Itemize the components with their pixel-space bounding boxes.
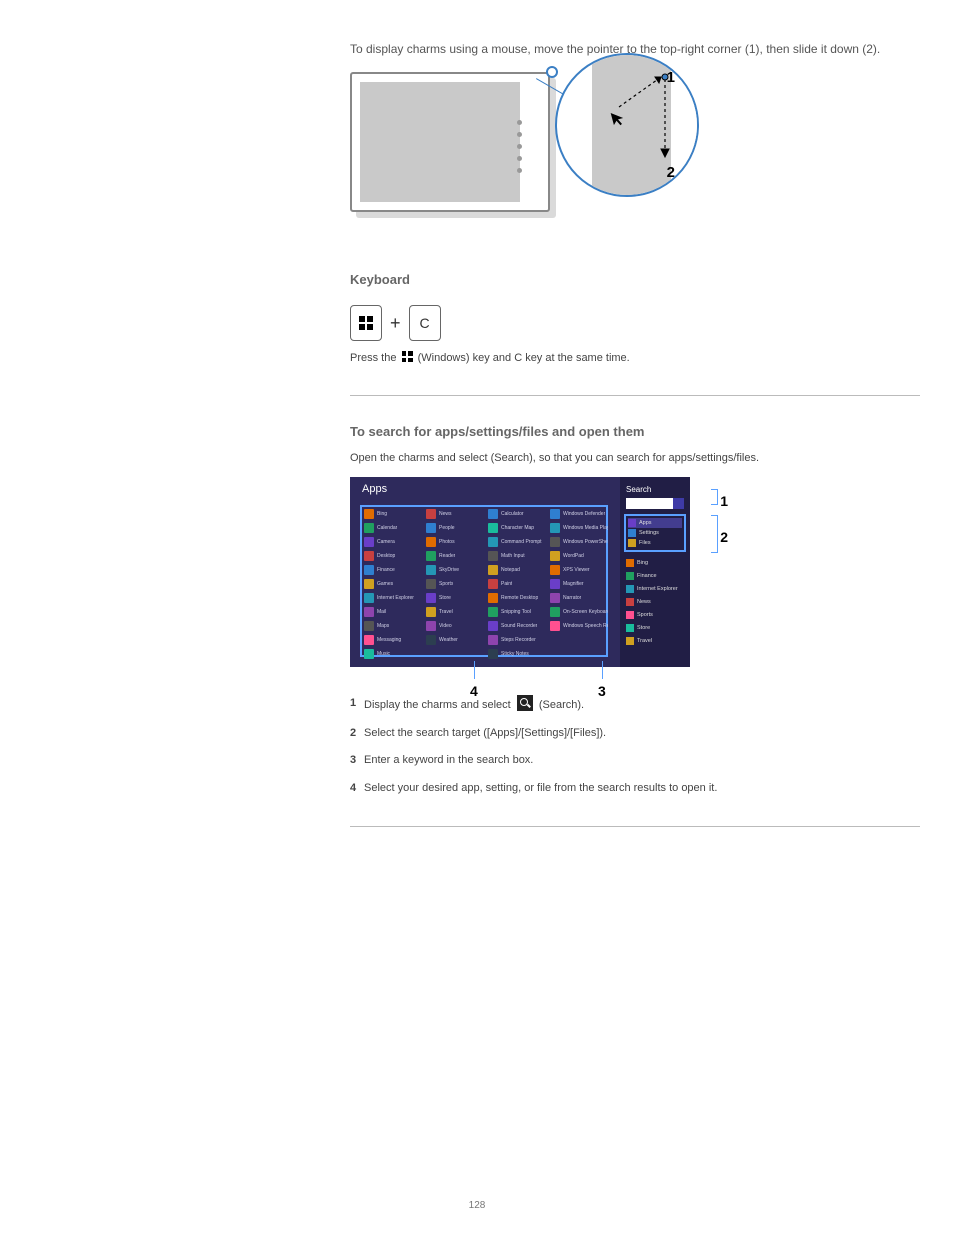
search-heading: To search for apps/settings/files and op… xyxy=(350,424,920,439)
hotcorner-marker xyxy=(546,66,558,78)
step-2: 2 Select the search target ([Apps]/[Sett… xyxy=(350,725,920,743)
search-icon xyxy=(517,695,533,711)
steps-list: 1 Display the charms and select (Search)… xyxy=(350,695,920,797)
search-input[interactable] xyxy=(626,498,684,509)
search-go-button[interactable] xyxy=(673,498,684,509)
arrow-slide-down xyxy=(657,73,675,163)
filter-files[interactable]: Files xyxy=(628,538,682,548)
apps-col-1: Bing Calendar Camera Desktop Finance Gam… xyxy=(364,509,422,659)
monitor xyxy=(350,72,550,212)
c-key: C xyxy=(409,305,441,341)
filter-apps[interactable]: Apps xyxy=(628,518,682,528)
bracket-2 xyxy=(711,515,718,553)
mouse-diagram: 1 2 xyxy=(350,72,670,242)
step-3: 3 Enter a keyword in the search box. xyxy=(350,752,920,770)
search-filters-highlight: Apps Settings Files xyxy=(624,514,686,552)
divider-bottom xyxy=(350,826,920,827)
callout-2: 2 xyxy=(720,529,728,545)
key-combo: + C xyxy=(350,305,920,341)
plus-sign: + xyxy=(390,313,401,334)
apps-col-3: Calculator Character Map Command Prompt … xyxy=(488,509,546,659)
page-number: 128 xyxy=(0,1200,954,1211)
search-app-results: Bing Finance Internet Explorer News Spor… xyxy=(626,558,684,646)
charm-dots xyxy=(517,120,522,180)
step-1: 1 Display the charms and select (Search)… xyxy=(350,695,920,715)
filter-settings[interactable]: Settings xyxy=(628,528,682,538)
apps-columns: Bing Calendar Camera Desktop Finance Gam… xyxy=(364,509,608,659)
leader-3 xyxy=(602,661,603,679)
search-pane: Search Apps Settings xyxy=(620,477,690,667)
windows-logo-inline-icon xyxy=(402,351,413,362)
callout-1: 1 xyxy=(720,493,728,509)
apps-screenshot-wrap: Apps Bing Calendar Camera Desktop Financ… xyxy=(350,477,710,667)
zoom-step-1: 1 xyxy=(667,69,675,86)
leader-4 xyxy=(474,661,475,679)
step-4: 4 Select your desired app, setting, or f… xyxy=(350,780,920,798)
search-intro: Open the charms and select (Search), so … xyxy=(350,449,920,467)
apps-title: Apps xyxy=(362,483,387,495)
divider xyxy=(350,395,920,396)
keyboard-sentence: Press the (Windows) key and C key at the… xyxy=(350,349,920,367)
apps-col-4: Windows Defender Windows Media Player Wi… xyxy=(550,509,608,659)
apps-screenshot: Apps Bing Calendar Camera Desktop Financ… xyxy=(350,477,690,667)
zoom-step-2: 2 xyxy=(667,164,675,181)
keyboard-heading: Keyboard xyxy=(350,272,920,287)
document-page: To display charms using a mouse, move th… xyxy=(0,0,954,1235)
monitor-screen xyxy=(360,82,520,202)
search-pane-title: Search xyxy=(626,485,684,494)
content-column: To display charms using a mouse, move th… xyxy=(350,40,920,855)
zoom-circle: 1 2 xyxy=(555,53,699,197)
bracket-1 xyxy=(711,489,718,505)
windows-logo-icon xyxy=(359,316,373,330)
windows-key xyxy=(350,305,382,341)
apps-col-2: News People Photos Reader SkyDrive Sport… xyxy=(426,509,484,659)
